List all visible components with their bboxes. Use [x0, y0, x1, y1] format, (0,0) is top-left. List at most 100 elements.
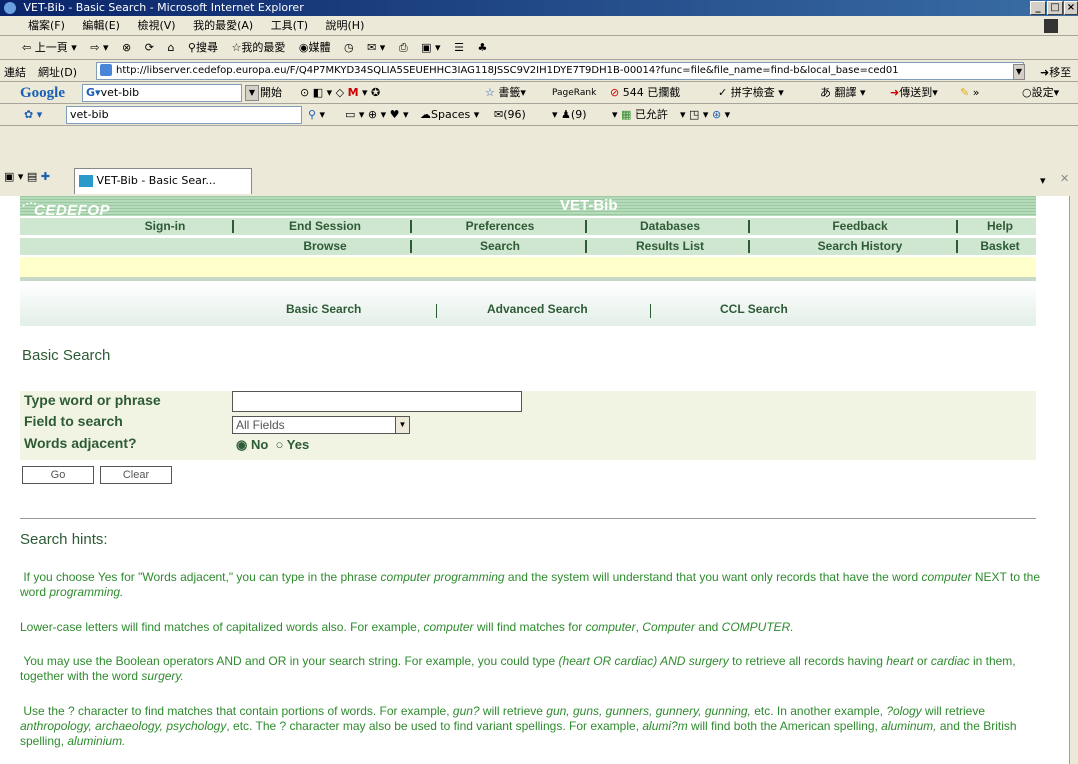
- subnav-basic-search[interactable]: Basic Search: [286, 302, 361, 316]
- google-dropdown-button[interactable]: ▼: [245, 85, 259, 101]
- address-input[interactable]: http://libserver.cedefop.europa.eu/F/Q4P…: [96, 62, 1024, 80]
- nav-end-session[interactable]: End Session: [250, 218, 400, 235]
- clear-button[interactable]: Clear: [100, 466, 172, 484]
- live-search-input[interactable]: vet-bib: [66, 106, 302, 124]
- send-to-button[interactable]: ➜傳送到▾: [890, 82, 938, 104]
- radio-yes[interactable]: ○: [276, 437, 284, 452]
- feeds-button[interactable]: ▾ ◳ ▾ ⊛ ▾: [680, 104, 730, 126]
- google-logo[interactable]: Google: [20, 85, 65, 101]
- yellow-band: [20, 257, 1036, 277]
- menu-help[interactable]: 說明(H): [326, 19, 365, 32]
- address-label: 網址(D): [38, 66, 78, 79]
- spaces-icon: ☁: [420, 108, 431, 121]
- discuss-button[interactable]: ☰: [454, 36, 464, 60]
- vertical-scrollbar[interactable]: [1069, 196, 1078, 764]
- maximize-button[interactable]: □: [1047, 1, 1063, 15]
- print-icon: ⎙: [398, 41, 408, 54]
- stop-button[interactable]: ⊗: [122, 36, 131, 60]
- nav-browse[interactable]: Browse: [250, 238, 400, 255]
- field-select[interactable]: All Fields ▼: [232, 416, 410, 434]
- nav-databases[interactable]: Databases: [595, 218, 745, 235]
- mail-button[interactable]: ✉ ▾: [367, 36, 385, 60]
- edit-button[interactable]: ▣ ▾: [421, 36, 440, 60]
- nav-results-list[interactable]: Results List: [595, 238, 745, 255]
- nav-preferences[interactable]: Preferences: [420, 218, 580, 235]
- word-input[interactable]: [232, 391, 522, 412]
- menu-file[interactable]: 檔案(F): [28, 19, 65, 32]
- hint-paragraph-1: If you choose Yes for "Words adjacent," …: [20, 570, 1041, 599]
- history-button[interactable]: ◷: [344, 36, 354, 60]
- nav-divider: [748, 220, 750, 233]
- google-start-button[interactable]: 開始: [260, 82, 282, 104]
- forward-button[interactable]: ⇨ ▾: [90, 36, 108, 60]
- highlight-button[interactable]: ✎ »: [960, 82, 979, 104]
- allowed-button[interactable]: ▾ ▦ 已允許: [612, 104, 668, 126]
- help-icon: ⊛: [711, 108, 722, 121]
- search-icon: ⚲: [187, 41, 196, 54]
- mail-icon: ✉: [367, 41, 377, 54]
- go-button[interactable]: Go: [22, 466, 94, 484]
- print-button[interactable]: ⎙: [399, 36, 408, 60]
- messenger-button[interactable]: ♣: [477, 36, 487, 60]
- send-icon: ➜: [890, 86, 900, 99]
- adjacent-radio-group: ◉ No ○ Yes: [236, 437, 309, 453]
- menu-favorites[interactable]: 我的最愛(A): [193, 19, 253, 32]
- nav-search-history[interactable]: Search History: [760, 238, 960, 255]
- minimize-button[interactable]: _: [1030, 1, 1046, 15]
- windows-logo-icon: [1044, 19, 1058, 33]
- go-button[interactable]: ➜移至: [1040, 64, 1071, 80]
- spaces-button[interactable]: ☁Spaces ▾: [420, 104, 479, 126]
- nav-divider: [748, 240, 750, 253]
- address-dropdown-button[interactable]: ▼: [1013, 64, 1025, 80]
- home-button[interactable]: ⌂: [167, 36, 174, 60]
- links-label[interactable]: 連結: [4, 64, 26, 80]
- quick-tabs-group[interactable]: ▣ ▾ ▤ ✚: [4, 170, 50, 183]
- google-toolbar: Google G▾vet-bib ▼ 開始 ⊙ ◧ ▾ ◇ M ▾ ✪ ☆ 書籤…: [0, 82, 1078, 104]
- site-banner: VET-Bib: [20, 196, 1036, 216]
- spellcheck-button[interactable]: ✓ 拼字檢查 ▾: [718, 82, 784, 104]
- close-button[interactable]: ×: [1064, 1, 1078, 15]
- back-arrow-icon: ⇦: [22, 41, 32, 54]
- menu-view[interactable]: 檢視(V): [137, 19, 175, 32]
- mail-count-button[interactable]: ✉(96): [494, 104, 526, 126]
- menu-edit[interactable]: 編輯(E): [82, 19, 120, 32]
- bookmarks-button[interactable]: ☆ 書籤▾: [485, 82, 526, 104]
- favorites-button[interactable]: ☆我的最愛: [231, 36, 285, 60]
- page-icon: [100, 64, 112, 76]
- refresh-button[interactable]: ⟳: [145, 36, 154, 60]
- tab-bar: ▣ ▾ ▤ ✚ VET-Bib - Basic Sear... ▾ ✕: [0, 126, 1078, 196]
- google-icons-group[interactable]: ⊙ ◧ ▾ ◇ M ▾ ✪: [300, 82, 380, 104]
- tab-list-icon[interactable]: ▾: [1040, 174, 1046, 187]
- standard-toolbar: ⇦ 上一頁 ▾ ⇨ ▾ ⊗ ⟳ ⌂ ⚲搜尋 ☆我的最愛 ◉媒體 ◷ ✉ ▾ ⎙ …: [0, 36, 1078, 60]
- nav-feedback[interactable]: Feedback: [760, 218, 960, 235]
- field-label: Field to search: [24, 413, 123, 429]
- tab-vet-bib[interactable]: VET-Bib - Basic Sear...: [74, 168, 252, 194]
- translate-icon: あ: [820, 86, 831, 99]
- nav-divider: [956, 220, 958, 233]
- live-logo-icon[interactable]: ✿ ▾: [24, 108, 42, 121]
- subnav-advanced-search[interactable]: Advanced Search: [487, 302, 588, 316]
- translate-button[interactable]: あ 翻譯 ▾: [820, 82, 866, 104]
- live-search-button[interactable]: ⚲ ▾: [308, 104, 325, 126]
- pagerank-indicator[interactable]: PageRank: [552, 82, 596, 104]
- subnav-ccl-search[interactable]: CCL Search: [720, 302, 788, 316]
- nav-basket[interactable]: Basket: [965, 238, 1035, 255]
- google-search-input[interactable]: G▾vet-bib: [82, 84, 242, 102]
- menu-tools[interactable]: 工具(T): [271, 19, 308, 32]
- popup-blocked-button[interactable]: ⊘ 544 已攔截: [610, 82, 680, 104]
- subnav-divider: [650, 304, 651, 318]
- contacts-count-button[interactable]: ▾ ♟(9): [552, 104, 587, 126]
- back-button[interactable]: ⇦ 上一頁 ▾: [22, 36, 77, 60]
- media-button[interactable]: ◉媒體: [299, 36, 331, 60]
- nav-search[interactable]: Search: [420, 238, 580, 255]
- close-tab-icon[interactable]: ✕: [1060, 172, 1069, 185]
- settings-button[interactable]: ○設定▾: [1022, 82, 1059, 104]
- nav-help[interactable]: Help: [965, 218, 1035, 235]
- hints-heading: Search hints:: [20, 531, 108, 548]
- radio-yes-label: Yes: [286, 437, 310, 452]
- go-arrow-icon: ➜: [1040, 66, 1050, 79]
- search-button[interactable]: ⚲搜尋: [188, 36, 218, 60]
- radio-no[interactable]: ◉: [236, 437, 247, 452]
- nav-sign-in[interactable]: Sign-in: [120, 218, 210, 235]
- live-tools-group[interactable]: ▭ ▾ ⊕ ▾ ♥ ▾: [345, 104, 409, 126]
